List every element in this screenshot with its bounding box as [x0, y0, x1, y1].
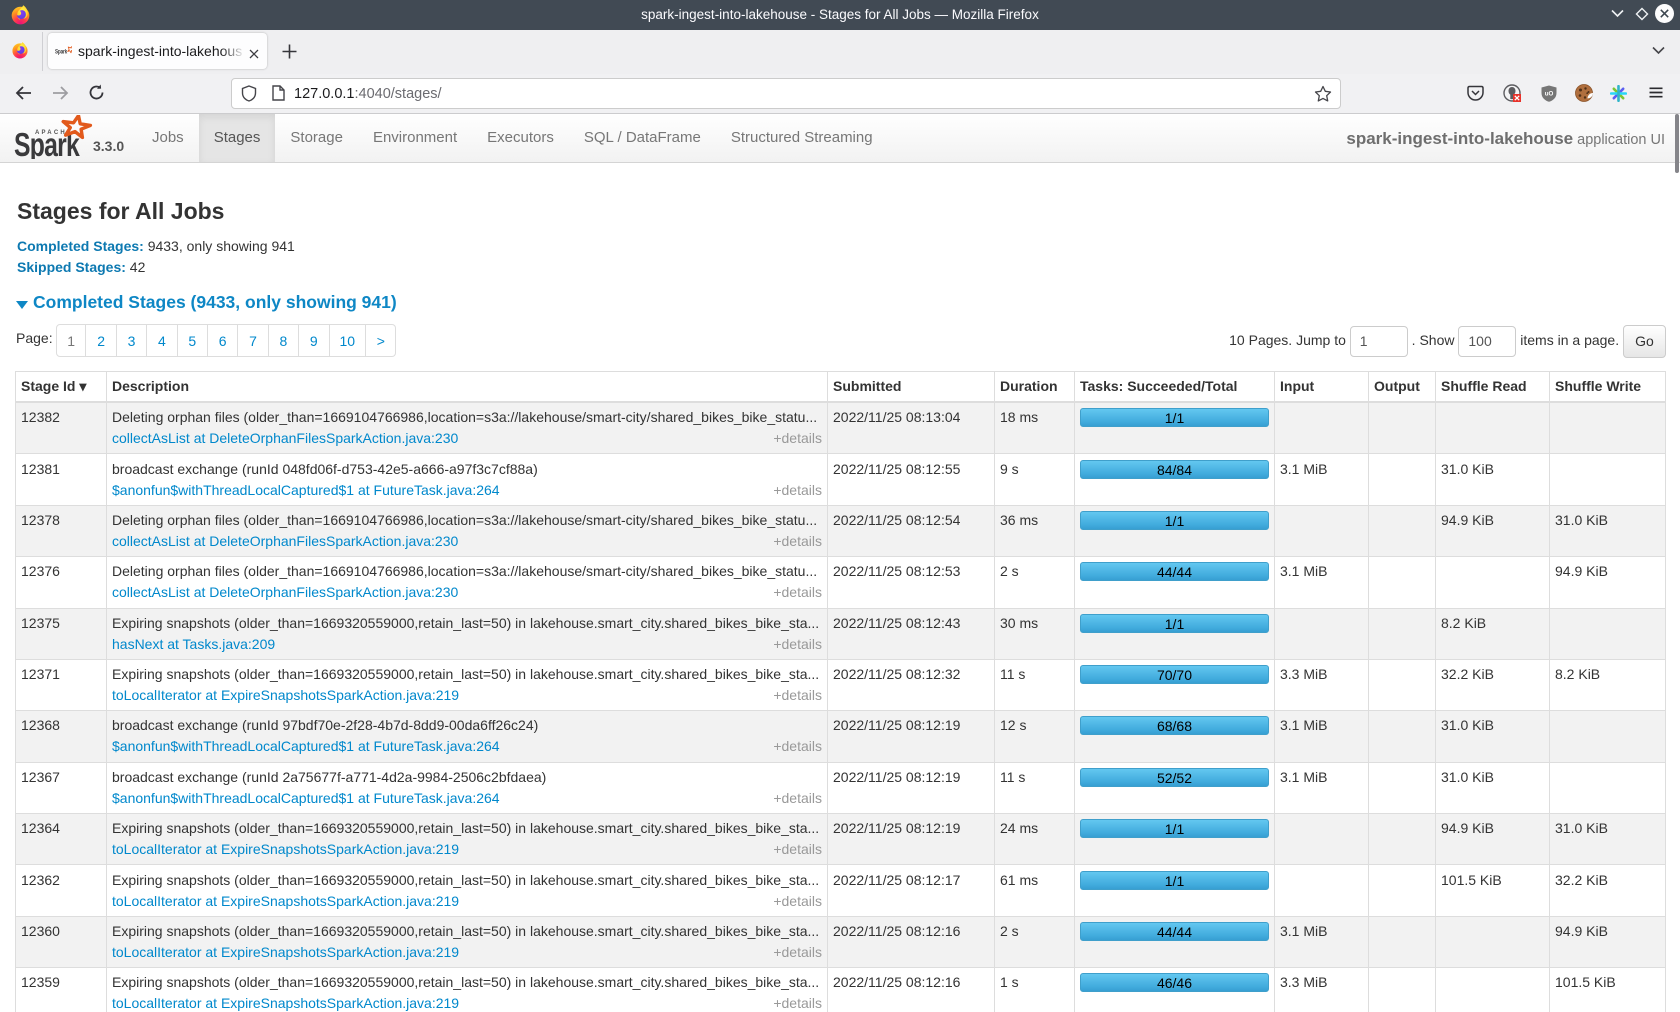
- svg-text:Spark: Spark: [55, 49, 67, 56]
- svg-text:uO: uO: [1545, 91, 1554, 98]
